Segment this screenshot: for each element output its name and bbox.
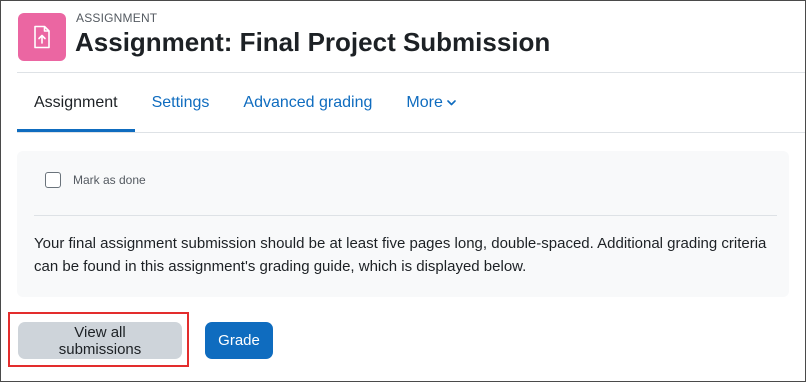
tab-settings[interactable]: Settings	[135, 73, 227, 132]
secondary-navigation: Assignment Settings Advanced grading Mor…	[17, 73, 805, 132]
page-title: Assignment: Final Project Submission	[75, 27, 551, 57]
tab-more[interactable]: More	[389, 73, 472, 132]
chevron-down-icon	[447, 99, 456, 106]
page-frame: ASSIGNMENT Assignment: Final Project Sub…	[0, 0, 806, 382]
assignment-description: Your final assignment submission should …	[34, 235, 767, 275]
view-all-submissions-button[interactable]: View all submissions	[18, 322, 182, 359]
panel-divider	[34, 215, 777, 216]
grade-button[interactable]: Grade	[205, 322, 273, 359]
tab-label: Advanced grading	[243, 93, 373, 111]
activity-info-panel: Mark as done Your final assignment submi…	[17, 151, 789, 297]
tabs-divider	[17, 132, 805, 133]
activity-type-label: ASSIGNMENT	[76, 11, 158, 25]
assignment-upload-icon	[18, 13, 66, 61]
tab-label: Settings	[151, 93, 210, 111]
mark-as-done-toggle[interactable]: Mark as done	[45, 172, 146, 188]
tab-label: Assignment	[34, 93, 118, 111]
tab-assignment[interactable]: Assignment	[17, 73, 135, 132]
tab-label: More	[406, 93, 443, 111]
mark-as-done-checkbox[interactable]	[45, 172, 61, 188]
mark-as-done-label: Mark as done	[73, 173, 146, 187]
tab-advanced-grading[interactable]: Advanced grading	[226, 73, 389, 132]
